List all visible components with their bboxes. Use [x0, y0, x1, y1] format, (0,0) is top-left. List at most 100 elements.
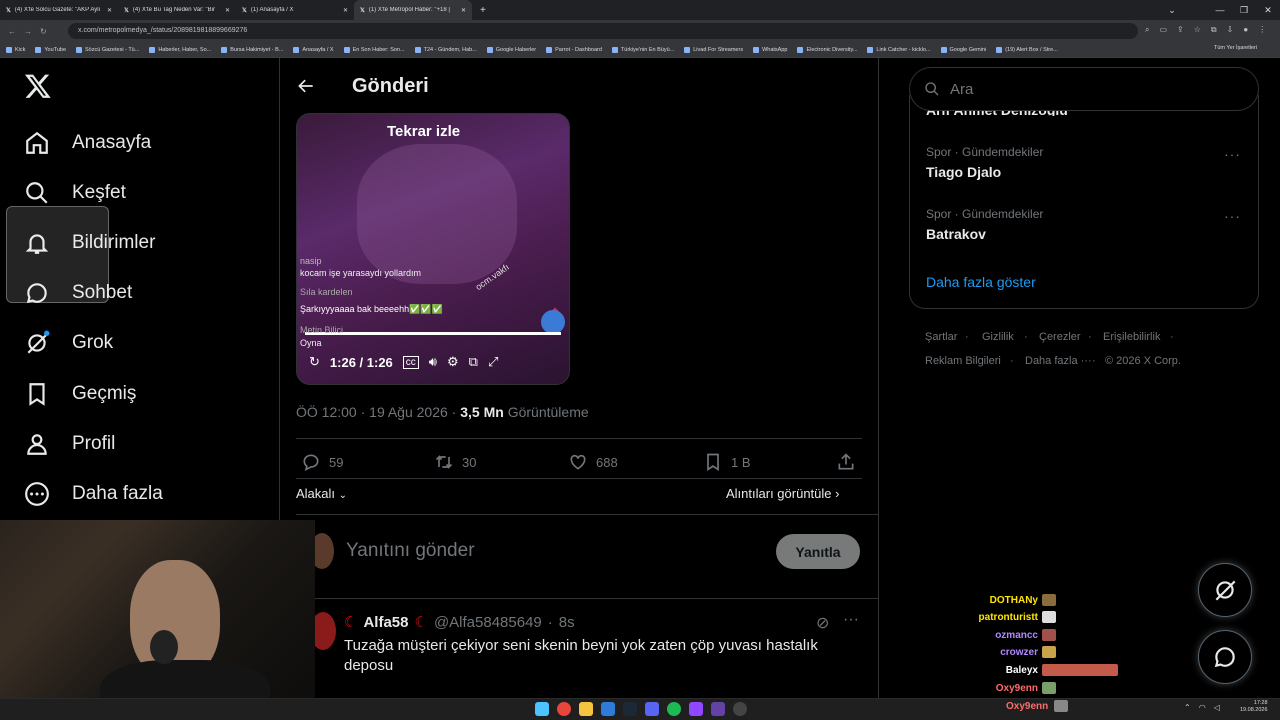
grok-fab[interactable] [1198, 563, 1252, 617]
trend-name[interactable]: Batrakov [926, 226, 986, 242]
cast-icon[interactable]: ▭ [1159, 25, 1167, 35]
bookmark-action[interactable]: 1 B [703, 452, 751, 472]
trend-more-icon[interactable]: ··· [1224, 208, 1241, 224]
bookmark-item[interactable]: En Son Haber: Son... [343, 46, 405, 53]
trend-name[interactable]: Tiago Djalo [926, 164, 1001, 180]
share-action[interactable] [836, 452, 856, 472]
bookmark-item[interactable]: Parrot - Dashboard [546, 46, 602, 53]
reply-author-handle[interactable]: @Alfa58485649 [434, 614, 542, 631]
twitch-icon[interactable] [689, 702, 703, 716]
footer-link[interactable]: Şartlar [925, 331, 957, 343]
browser-tab[interactable]: 𝕏 (1) Anasayfa / X ✕ [236, 0, 354, 20]
close-window-icon[interactable]: ✕ [1256, 0, 1280, 20]
bookmark-item[interactable]: Anasayfa / X [293, 46, 334, 53]
zoom-icon[interactable]: ⌕ [1145, 25, 1149, 35]
reply-input[interactable]: Yanıtını gönder [346, 540, 475, 562]
replay-button[interactable]: Tekrar izle [379, 120, 468, 143]
star-icon[interactable]: ☆ [1194, 25, 1201, 35]
reply-action[interactable]: 59 [301, 452, 343, 472]
download-icon[interactable]: ⇩ [1227, 25, 1234, 35]
new-tab-icon[interactable]: + [480, 5, 486, 16]
bookmark-item[interactable]: Haberler, Haber, So... [149, 46, 211, 53]
footer-link[interactable]: Reklam Bilgileri [925, 355, 1001, 367]
video-player[interactable]: Tekrar izle ocm.vakfı ↻ 1:26 / 1:26 cc 🔊… [296, 113, 570, 385]
messages-fab[interactable] [1198, 630, 1252, 684]
fullscreen-icon[interactable]: ⤢ [488, 354, 498, 370]
back-icon[interactable]: ← [8, 27, 16, 36]
browser-tab[interactable]: 𝕏 (4) X'te Bu Tag Neden Var: "Bir ✕ [118, 0, 236, 20]
reload-icon[interactable]: ↻ [40, 27, 47, 36]
bookmark-item[interactable]: (19) Alert Box / Stre... [996, 46, 1058, 53]
nav-explore[interactable]: Keşfet [24, 180, 126, 206]
forward-icon[interactable]: → [24, 27, 32, 36]
show-more-link[interactable]: Daha fazla göster [926, 274, 1036, 290]
back-button[interactable] [296, 76, 316, 101]
tray-chevron-icon[interactable]: ⌃ [1184, 703, 1191, 712]
discord-icon[interactable] [645, 702, 659, 716]
profile-icon[interactable]: ● [1243, 25, 1248, 35]
bookmark-item[interactable]: Bursa Hakimiyet - B... [221, 46, 283, 53]
obs-icon[interactable] [711, 702, 725, 716]
steam-icon[interactable] [623, 702, 637, 716]
browser-tab[interactable]: 𝕏 (4) X'te Solcu Gazete: "AKP Aylı ✕ [0, 0, 118, 20]
bookmark-item[interactable]: Electronic Diversity... [797, 46, 857, 53]
related-dropdown[interactable]: Alakalı ⌄ [296, 486, 347, 501]
volume-icon[interactable]: 🔊︎ [429, 354, 437, 370]
bookmark-item[interactable]: Livad For Streamers [684, 46, 743, 53]
bookmark-item[interactable]: Google Gemini [940, 46, 986, 53]
pip-icon[interactable]: ⧉ [469, 354, 478, 370]
close-icon[interactable]: ✕ [225, 7, 230, 14]
tweet-date[interactable]: 19 Ağu 2026 [369, 404, 448, 420]
close-icon[interactable]: ✕ [343, 7, 348, 14]
reply-time[interactable]: 8s [559, 614, 575, 631]
nav-home[interactable]: Anasayfa [24, 130, 151, 156]
chrome-icon[interactable] [557, 702, 571, 716]
maximize-icon[interactable]: ❐ [1232, 0, 1256, 20]
bookmark-item[interactable]: Kick [6, 46, 25, 53]
reply-button[interactable]: Yanıtla [776, 534, 860, 569]
wifi-icon[interactable]: ◠ [1199, 703, 1206, 712]
footer-link[interactable]: Çerezler [1039, 331, 1081, 343]
like-action[interactable]: 688 [568, 452, 618, 472]
view-quotes-link[interactable]: Alıntıları görüntüle › [726, 486, 839, 501]
bookmark-item[interactable]: Türkiye'nin En Büyü... [611, 46, 674, 53]
search-input[interactable]: Ara [909, 67, 1259, 111]
settings-icon[interactable]: ⚙ [447, 354, 459, 370]
nav-grok[interactable]: Grok [24, 330, 113, 356]
reply-author-name[interactable]: Alfa58 [363, 614, 408, 631]
trend-more-icon[interactable]: ··· [1224, 146, 1241, 162]
captions-icon[interactable]: cc [402, 355, 419, 369]
footer-link[interactable]: Daha fazla ··· [1025, 355, 1092, 367]
bookmark-item[interactable]: WhatsApp [753, 46, 787, 53]
explorer-icon[interactable] [579, 702, 593, 716]
url-field[interactable]: x.com/metropolmedya_/status/208981981889… [68, 23, 1138, 39]
spotify-icon[interactable] [667, 702, 681, 716]
tab-search-icon[interactable]: ⌄ [1160, 0, 1184, 20]
browser-tab-active[interactable]: 𝕏 (1) X'te Metropol Haber: "+18 | ✕ [354, 0, 472, 20]
nav-bookmarks[interactable]: Geçmiş [24, 381, 136, 407]
bookmark-item[interactable]: Google Haberler [486, 46, 536, 53]
more-icon[interactable]: ··· [843, 611, 859, 629]
extensions-icon[interactable]: ⧉ [1211, 25, 1217, 35]
bookmark-item[interactable]: YouTube [35, 46, 66, 53]
volume-icon[interactable]: ◁ [1214, 703, 1220, 712]
app-icon[interactable] [601, 702, 615, 716]
grok-icon[interactable]: ⊘ [816, 613, 829, 633]
clock[interactable]: 17:28 19.08.2026 [1240, 700, 1268, 714]
video-progress-bar[interactable] [305, 332, 561, 335]
tweet-time[interactable]: ÖÖ 12:00 [296, 404, 357, 420]
replay-icon[interactable]: ↻ [309, 354, 320, 370]
minimize-icon[interactable]: — [1208, 0, 1232, 20]
close-icon[interactable]: ✕ [107, 7, 112, 14]
menu-icon[interactable]: ⋮ [1258, 25, 1266, 35]
start-icon[interactable] [535, 702, 549, 716]
x-logo-icon[interactable] [24, 72, 52, 105]
app-icon[interactable] [733, 702, 747, 716]
footer-link[interactable]: Gizlilik [982, 331, 1014, 343]
bookmark-item[interactable]: Link Catcher - kicklo... [867, 46, 931, 53]
share-icon[interactable]: ⇪ [1177, 25, 1184, 35]
nav-more[interactable]: Daha fazla [24, 481, 163, 507]
footer-link[interactable]: Erişilebilirlik [1103, 331, 1160, 343]
close-icon[interactable]: ✕ [461, 7, 466, 14]
repost-action[interactable]: 30 [434, 452, 476, 472]
